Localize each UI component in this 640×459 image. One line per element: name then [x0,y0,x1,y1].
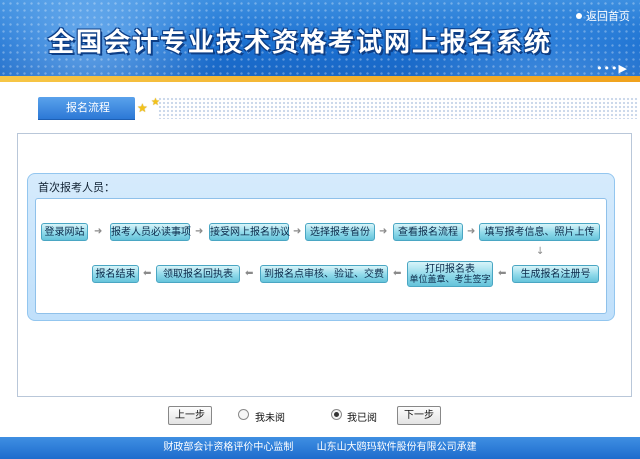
step-review-verify-pay[interactable]: 到报名点审核、验证、交费 [260,265,388,283]
arrow-right-icon: ➜ [293,226,302,237]
tab-registration-process[interactable]: 报名流程 [38,97,135,119]
radio-not-read-label: 我未阅 [255,413,285,424]
print-form-label: 打印报名表 [425,264,475,275]
step-generate-reg-number[interactable]: 生成报名注册号 [512,265,599,283]
system-title: 全国会计专业技术资格考试网上报名系统 [48,28,553,58]
process-panel: 首次报考人员： 登录网站 ➜ 报考人员必读事项 ➜ 接受网上报名协议 ➜ 选择报… [27,173,615,321]
print-form-sublabel: 单位盖章、考生签字 [409,275,491,285]
step-get-receipt[interactable]: 领取报名回执表 [156,265,240,283]
radio-not-read[interactable] [238,409,249,420]
arrow-left-icon: ⬅ [393,268,402,279]
footer: 财政部会计资格评价中心监制 山东山大鸥玛软件股份有限公司承建 [0,437,640,459]
footer-supervisor: 财政部会计资格评价中心监制 [163,442,294,453]
content-box: 首次报考人员： 登录网站 ➜ 报考人员必读事项 ➜ 接受网上报名协议 ➜ 选择报… [17,133,632,397]
radio-read[interactable] [331,409,342,420]
arrow-left-icon: ⬅ [143,268,152,279]
next-button[interactable]: 下一步 [397,406,441,425]
back-home-link[interactable]: 返回首页 [576,8,630,24]
process-flow: 登录网站 ➜ 报考人员必读事项 ➜ 接受网上报名协议 ➜ 选择报考省份 ➜ 查看… [35,198,607,314]
page: 全国会计专业技术资格考试网上报名系统 返回首页 •••▶ 报名流程 ★ ★ 首次… [0,0,640,459]
decor-arrow-icon: •••▶ [596,62,628,75]
step-accept-agreement[interactable]: 接受网上报名协议 [209,223,290,241]
step-view-process[interactable]: 查看报名流程 [393,223,463,241]
back-home-label: 返回首页 [586,10,630,23]
star-icon: ★ [137,101,148,115]
arrow-right-icon: ➜ [467,226,476,237]
panel-heading: 首次报考人员： [38,181,115,194]
section-tab-bar: 报名流程 ★ ★ [38,97,638,119]
prev-button[interactable]: 上一步 [168,406,212,425]
tab-bar-pattern [158,97,638,119]
step-select-province[interactable]: 选择报考省份 [305,223,375,241]
arrow-right-icon: ➜ [379,226,388,237]
step-print-form[interactable]: 打印报名表 单位盖章、考生签字 [407,261,493,287]
banner-stripe [0,76,640,82]
arrow-left-icon: ⬅ [498,268,507,279]
arrow-down-icon: ↓ [536,246,545,257]
arrow-left-icon: ⬅ [245,268,254,279]
header-banner: 全国会计专业技术资格考试网上报名系统 返回首页 •••▶ [0,0,640,82]
arrow-right-icon: ➜ [195,226,204,237]
footer-contractor: 山东山大鸥玛软件股份有限公司承建 [316,442,477,453]
step-fill-info-upload-photo[interactable]: 填写报考信息、照片上传 [479,223,600,241]
step-read-notice[interactable]: 报考人员必读事项 [110,223,191,241]
step-login[interactable]: 登录网站 [41,223,88,241]
bullet-icon [576,13,582,19]
radio-read-label: 我已阅 [347,413,377,424]
step-finish[interactable]: 报名结束 [92,265,139,283]
navigation-controls: 上一步 我未阅 我已阅 下一步 [0,406,640,426]
arrow-right-icon: ➜ [94,226,103,237]
